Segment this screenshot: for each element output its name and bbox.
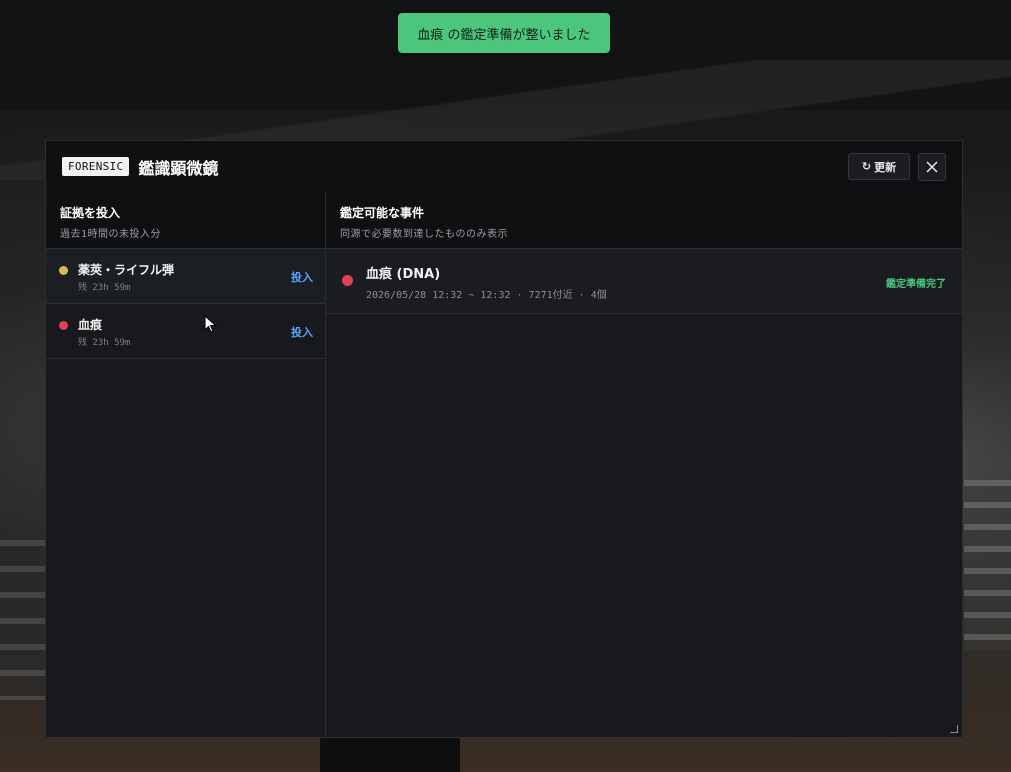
close-icon [926, 161, 938, 173]
evidence-name: 薬莢・ライフル弾 [78, 263, 175, 277]
forensic-microscope-window: FORENSIC 鑑識顕微鏡 ↻ 更新 証拠を投入 過去1時間の未投入分 薬莢・… [45, 140, 963, 738]
close-button[interactable] [918, 153, 946, 181]
submit-evidence-button[interactable]: 投入 [291, 324, 313, 340]
evidence-remaining: 残 23h 59m [78, 338, 131, 348]
evidence-panel-header: 証拠を投入 過去1時間の未投入分 [46, 192, 325, 249]
case-title: 血痕 (DNA) [366, 267, 441, 282]
forensic-tag: FORENSIC [62, 157, 130, 176]
evidence-panel-title: 証拠を投入 [60, 206, 121, 220]
evidence-item[interactable]: 薬莢・ライフル弾 残 23h 59m 投入 [46, 249, 325, 304]
resize-handle[interactable] [950, 725, 958, 733]
evidence-status-dot [59, 321, 68, 330]
evidence-panel: 証拠を投入 過去1時間の未投入分 薬莢・ライフル弾 残 23h 59m 投入 血… [46, 192, 326, 737]
cases-panel-header: 鑑定可能な事件 同源で必要数到達したもののみ表示 [326, 192, 962, 249]
background-rack-right [964, 480, 1011, 650]
background-figure [320, 738, 460, 772]
notification-toast: 血痕 の鑑定準備が整いました [398, 13, 610, 53]
refresh-label: 更新 [874, 160, 897, 174]
evidence-item[interactable]: 血痕 残 23h 59m 投入 [46, 304, 325, 359]
refresh-button[interactable]: ↻ 更新 [848, 153, 910, 180]
case-status-badge: 鑑定準備完了 [886, 279, 946, 290]
refresh-icon: ↻ [861, 160, 872, 173]
evidence-panel-subtitle: 過去1時間の未投入分 [60, 229, 162, 240]
evidence-remaining: 残 23h 59m [78, 283, 131, 293]
case-status-dot [342, 275, 353, 286]
background-rack-left [0, 540, 46, 700]
cases-panel: 鑑定可能な事件 同源で必要数到達したもののみ表示 血痕 (DNA) 2026/0… [326, 192, 962, 737]
toast-message: 血痕 の鑑定準備が整いました [417, 27, 591, 43]
evidence-name: 血痕 [78, 318, 103, 332]
window-header: FORENSIC 鑑識顕微鏡 ↻ 更新 [46, 141, 962, 193]
cases-panel-title: 鑑定可能な事件 [340, 206, 425, 220]
case-meta: 2026/05/28 12:32 ~ 12:32 · 7271付近 · 4個 [366, 290, 607, 301]
mouse-cursor-icon [204, 315, 217, 333]
case-row[interactable]: 血痕 (DNA) 2026/05/28 12:32 ~ 12:32 · 7271… [326, 249, 962, 314]
cases-panel-subtitle: 同源で必要数到達したもののみ表示 [340, 229, 508, 240]
evidence-status-dot [59, 266, 68, 275]
window-title: 鑑識顕微鏡 [138, 158, 219, 178]
submit-evidence-button[interactable]: 投入 [291, 269, 313, 285]
